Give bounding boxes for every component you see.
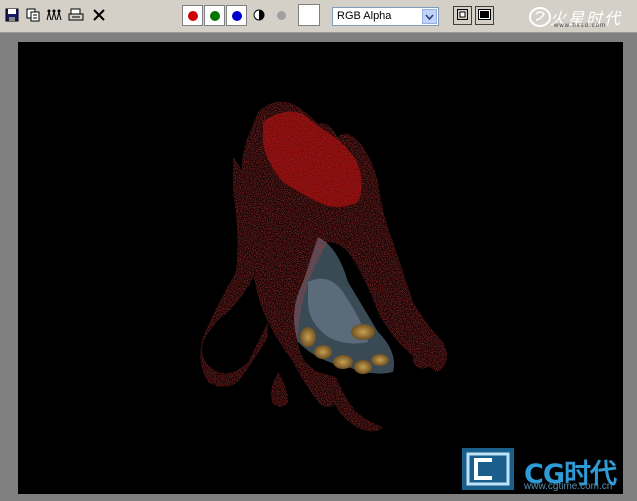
display-dark-button[interactable] bbox=[475, 6, 494, 25]
channel-select[interactable]: RGB Alpha bbox=[332, 7, 439, 26]
snake-logo-icon bbox=[528, 6, 552, 33]
cgtime-watermark: CG时代 www.cgtime.com.cn bbox=[462, 446, 622, 492]
half-circle-icon[interactable] bbox=[250, 6, 268, 24]
green-channel-button[interactable] bbox=[204, 5, 225, 26]
blue-dot-icon bbox=[231, 10, 242, 21]
green-dot-icon bbox=[209, 10, 220, 21]
red-dot-icon bbox=[187, 10, 198, 21]
clone-icon[interactable] bbox=[24, 6, 42, 24]
gray-dot-icon[interactable] bbox=[272, 6, 290, 24]
chevron-down-icon[interactable] bbox=[422, 9, 437, 24]
red-channel-button[interactable] bbox=[182, 5, 203, 26]
channel-select-value: RGB Alpha bbox=[337, 10, 392, 22]
close-icon[interactable] bbox=[90, 6, 108, 24]
channels-icon[interactable] bbox=[45, 6, 63, 24]
render-viewport[interactable]: CG时代 www.cgtime.com.cn bbox=[18, 42, 623, 494]
color-swatch[interactable] bbox=[298, 4, 320, 26]
display-button[interactable] bbox=[453, 6, 472, 25]
blue-channel-button[interactable] bbox=[226, 5, 247, 26]
frame-buffer-toolbar: RGB Alpha 火星时代 www.hxsd.com bbox=[0, 0, 637, 33]
rendered-image bbox=[200, 101, 514, 490]
hxsd-logo: 火星时代 www.hxsd.com bbox=[528, 4, 632, 30]
display-dark-icon bbox=[478, 7, 491, 25]
display-icon bbox=[457, 7, 468, 25]
save-icon[interactable] bbox=[3, 6, 21, 24]
logo-url: www.hxsd.com bbox=[554, 23, 607, 29]
print-icon[interactable] bbox=[67, 6, 85, 24]
watermark-url: www.cgtime.com.cn bbox=[524, 481, 613, 492]
